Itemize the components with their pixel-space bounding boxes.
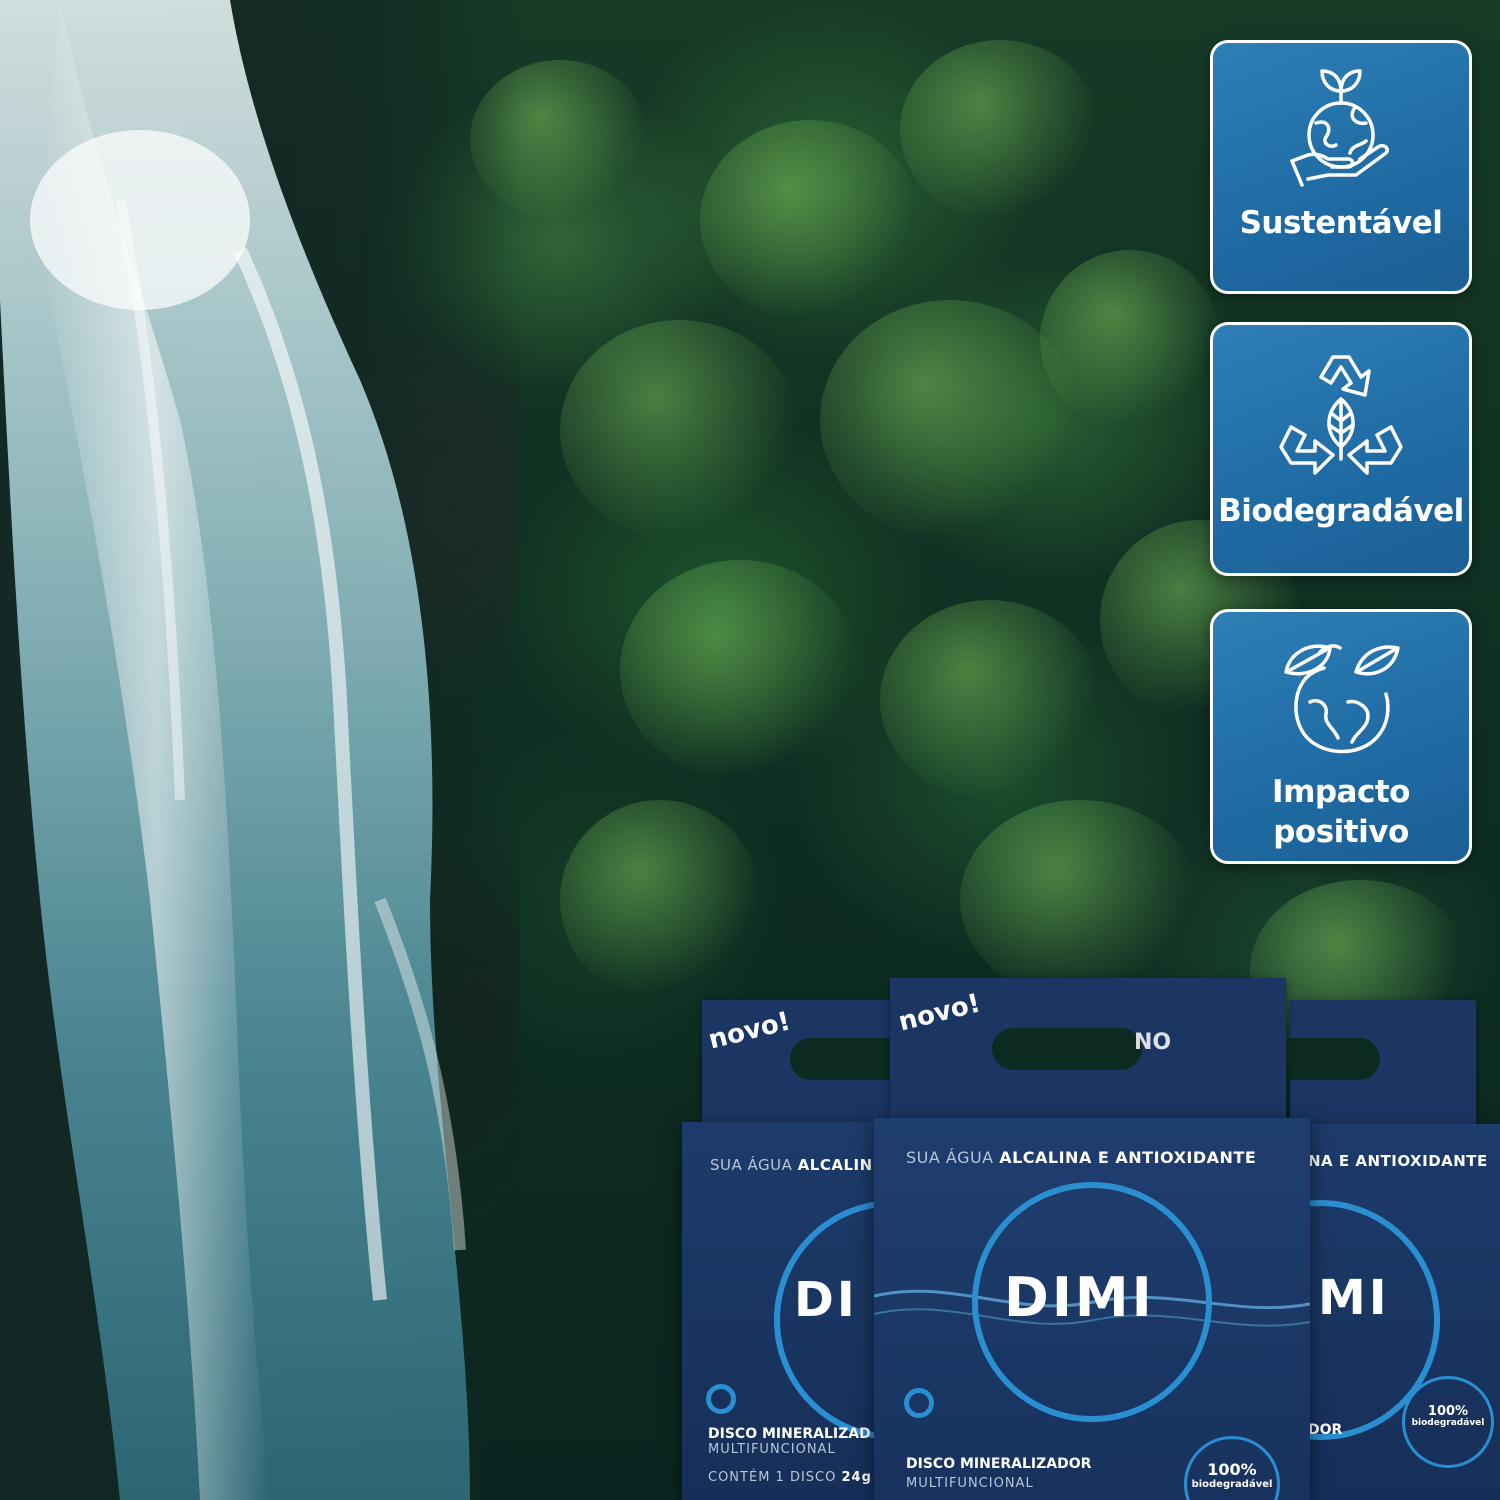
novo-label: novo! [895, 988, 984, 1038]
biodegradable-seal: 100% biodegradável [1402, 1376, 1494, 1468]
hang-hole [790, 1038, 902, 1080]
hang-hole [992, 1028, 1142, 1070]
tagline: SUA ÁGUA ALCALIN [710, 1156, 873, 1174]
recycle-leaf-icon [1279, 355, 1403, 475]
novo-label: novo! [705, 1006, 794, 1056]
novo-label-partial: NO [1134, 1030, 1172, 1055]
product-box-right: NA E ANTIOXIDANTE MI DOR 100% biodegradá… [1300, 1124, 1500, 1500]
badge-label: Impacto positivo [1272, 774, 1410, 851]
globe-leaves-icon [1284, 644, 1400, 754]
badge-sustentavel: Sustentável [1210, 40, 1472, 294]
brand-name: MI [1318, 1270, 1390, 1326]
badge-impacto-positivo: Impacto positivo [1210, 609, 1472, 864]
seal-percent: 100% [1427, 1404, 1469, 1419]
product-box-right-hanger [1290, 1000, 1476, 1130]
product-box-left-hanger: novo! [702, 1000, 902, 1130]
contents-label: CONTÉM 1 DISCO 24g [708, 1470, 872, 1485]
brand-name: DIMI [1004, 1266, 1155, 1329]
product-name: DISCO MINERALIZADOR [906, 1456, 1092, 1472]
seal-text: biodegradável [1191, 1478, 1273, 1490]
product-box-left: SUA ÁGUA ALCALIN DI DISCO MINERALIZAD MU… [682, 1122, 892, 1500]
brand-name: DI [794, 1272, 858, 1328]
badge-label: Biodegradável [1218, 493, 1464, 529]
seal-text: biodegradável [1411, 1418, 1485, 1429]
product-box-front-hanger: novo! NO [890, 978, 1286, 1124]
disc-icon [706, 1384, 736, 1414]
product-subtitle: MULTIFUNCIONAL [906, 1476, 1034, 1491]
disc-icon [904, 1388, 934, 1418]
badge-biodegradavel: Biodegradável [1210, 322, 1472, 576]
earth-in-hand-icon [1290, 69, 1390, 187]
product-name: DISCO MINERALIZAD [708, 1426, 871, 1442]
hang-hole [1290, 1038, 1380, 1080]
product-name: DOR [1308, 1422, 1343, 1438]
seal-percent: 100% [1207, 1460, 1257, 1479]
product-box-front: SUA ÁGUA ALCALINA E ANTIOXIDANTE DIMI DI… [874, 1118, 1310, 1500]
tagline: NA E ANTIOXIDANTE [1308, 1152, 1488, 1170]
product-subtitle: MULTIFUNCIONAL [708, 1442, 836, 1457]
badge-label: Sustentável [1239, 205, 1443, 241]
